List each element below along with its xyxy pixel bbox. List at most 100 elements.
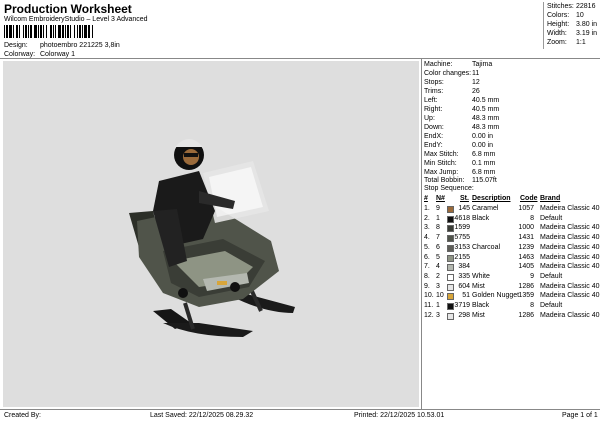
row-number: 3. bbox=[424, 224, 430, 232]
row-needle: 3 bbox=[436, 311, 440, 319]
info-label-max-stitch: Max Stitch: bbox=[424, 151, 459, 158]
info-label-endy: EndY: bbox=[424, 142, 443, 149]
table-row: 9. 3 604 Mist 1286 Madeira Classic 40 bbox=[422, 282, 600, 293]
row-number: 6. bbox=[424, 253, 430, 261]
row-description: Mist bbox=[472, 311, 485, 319]
row-brand: Madeira Classic 40 bbox=[540, 263, 600, 271]
info-value-machine: Tajima bbox=[472, 61, 493, 68]
row-stitches: 604 bbox=[458, 282, 470, 290]
barcode bbox=[4, 25, 180, 38]
table-row: 10. 10 51 Golden Nugget 1359 Madeira Classic … bbox=[422, 292, 600, 302]
info-label-color-changes: Color changes: bbox=[424, 70, 472, 77]
info-value-up: 48.3 mm bbox=[472, 115, 500, 122]
row-stitches: 3153 bbox=[454, 243, 470, 251]
table-row: 12. 3 298 Mist 1286 Madeira Classic 40 bbox=[422, 311, 600, 322]
color-swatch bbox=[447, 254, 454, 262]
table-row: 11. 1 3719 Black 8 Default bbox=[422, 302, 598, 312]
color-swatch bbox=[447, 293, 454, 301]
software-name: Wilcom EmbroideryStudio – Level 3 Advanc… bbox=[4, 16, 148, 23]
info-label-trims: Trims: bbox=[424, 88, 444, 95]
table-row: 2. 1 4618 Black 8 Default bbox=[422, 215, 598, 225]
row-description: Caramel bbox=[472, 205, 499, 212]
row-code: 1057 bbox=[518, 205, 534, 212]
stat-colors-value: 10 bbox=[576, 12, 584, 19]
design-name: photoembro 221225 3,8in bbox=[40, 42, 120, 49]
stat-stitches-label: Stitches: bbox=[547, 3, 574, 10]
row-number: 1. bbox=[424, 205, 430, 212]
col-header-description: Description bbox=[472, 195, 511, 202]
col-header-needle: N# bbox=[436, 195, 445, 202]
info-label-left: Left: bbox=[424, 97, 438, 104]
color-swatch bbox=[447, 235, 454, 243]
info-value-trims: 26 bbox=[472, 88, 480, 95]
info-value-endx: 0.00 in bbox=[472, 133, 494, 140]
info-label-min-stitch: Min Stitch: bbox=[424, 160, 457, 167]
row-stitches: 2155 bbox=[454, 253, 470, 261]
table-row: 8. 2 335 White 9 Default bbox=[422, 273, 598, 283]
row-needle: 4 bbox=[436, 263, 440, 271]
stat-width-label: Width: bbox=[547, 30, 567, 37]
row-code: 8 bbox=[530, 214, 534, 222]
color-swatch bbox=[447, 273, 454, 281]
info-value-down: 48.3 mm bbox=[472, 124, 500, 131]
row-description: Mist bbox=[472, 282, 485, 290]
info-value-max-stitch: 6.8 mm bbox=[472, 151, 496, 158]
row-code: 9 bbox=[530, 272, 534, 280]
row-needle: 8 bbox=[436, 224, 440, 232]
row-brand: Default bbox=[540, 302, 563, 309]
row-number: 10. bbox=[424, 292, 434, 300]
row-stitches: 4618 bbox=[454, 214, 470, 222]
row-number: 7. bbox=[424, 263, 430, 271]
table-row: 5. 6 3153 Charcoal 1239 Madeira Classic 40 bbox=[422, 243, 600, 254]
row-brand: Default bbox=[540, 214, 563, 222]
row-description: Black bbox=[472, 214, 490, 222]
row-brand: Madeira Classic 40 bbox=[540, 224, 600, 232]
color-swatch bbox=[447, 225, 454, 233]
row-brand: Madeira Classic 40 bbox=[540, 311, 600, 319]
row-number: 4. bbox=[424, 234, 430, 242]
row-code: 1239 bbox=[518, 243, 534, 251]
table-row: 1. 9 145 Caramel 1057 Madeira Classic 40 bbox=[422, 205, 600, 215]
row-code: 1431 bbox=[518, 234, 534, 242]
design-preview[interactable] bbox=[3, 61, 419, 407]
info-label-total-bobbin: Total Bobbin: bbox=[424, 177, 465, 184]
row-code: 1000 bbox=[518, 224, 534, 232]
info-value-min-stitch: 0.1 mm bbox=[472, 160, 496, 167]
color-swatch bbox=[447, 215, 454, 223]
info-value-max-jump: 6.8 mm bbox=[472, 169, 496, 176]
stat-zoom-value: 1:1 bbox=[576, 39, 586, 46]
row-needle: 1 bbox=[436, 214, 440, 222]
row-stitches: 3719 bbox=[454, 302, 470, 309]
row-number: 5. bbox=[424, 243, 430, 251]
row-stitches: 1599 bbox=[454, 224, 470, 232]
table-row: 4. 7 5755 1431 Madeira Classic 40 bbox=[422, 234, 600, 244]
table-row: 3. 8 1599 1000 Madeira Classic 40 bbox=[422, 224, 600, 234]
design-label: Design: bbox=[4, 42, 28, 49]
stat-stitches-value: 22816 bbox=[576, 3, 596, 10]
row-needle: 7 bbox=[436, 234, 440, 242]
page-number: Page 1 of 1 bbox=[562, 412, 598, 419]
row-stitches: 298 bbox=[458, 311, 470, 319]
row-stitches: 384 bbox=[458, 263, 470, 271]
worksheet-title: Production Worksheet bbox=[4, 2, 132, 16]
stat-zoom-label: Zoom: bbox=[547, 39, 567, 46]
row-needle: 1 bbox=[436, 302, 440, 309]
stat-colors-label: Colors: bbox=[547, 12, 570, 19]
row-code: 1286 bbox=[518, 311, 534, 319]
info-label-down: Down: bbox=[424, 124, 444, 131]
stat-height-value: 3.80 in bbox=[576, 21, 598, 28]
snowmobile-embroidery-image bbox=[129, 139, 295, 337]
color-swatch bbox=[447, 303, 454, 310]
row-stitches: 51 bbox=[462, 292, 470, 300]
row-description: White bbox=[472, 272, 490, 280]
row-code: 1463 bbox=[518, 253, 534, 261]
divider-bottom bbox=[0, 409, 600, 410]
info-value-left: 40.5 mm bbox=[472, 97, 500, 104]
row-brand: Default bbox=[540, 272, 563, 280]
row-number: 11. bbox=[424, 302, 434, 309]
row-brand: Madeira Classic 40 bbox=[540, 282, 600, 290]
row-needle: 3 bbox=[436, 282, 440, 290]
row-brand: Madeira Classic 40 bbox=[540, 292, 600, 300]
info-label-max-jump: Max Jump: bbox=[424, 169, 459, 176]
row-needle: 2 bbox=[436, 272, 440, 280]
